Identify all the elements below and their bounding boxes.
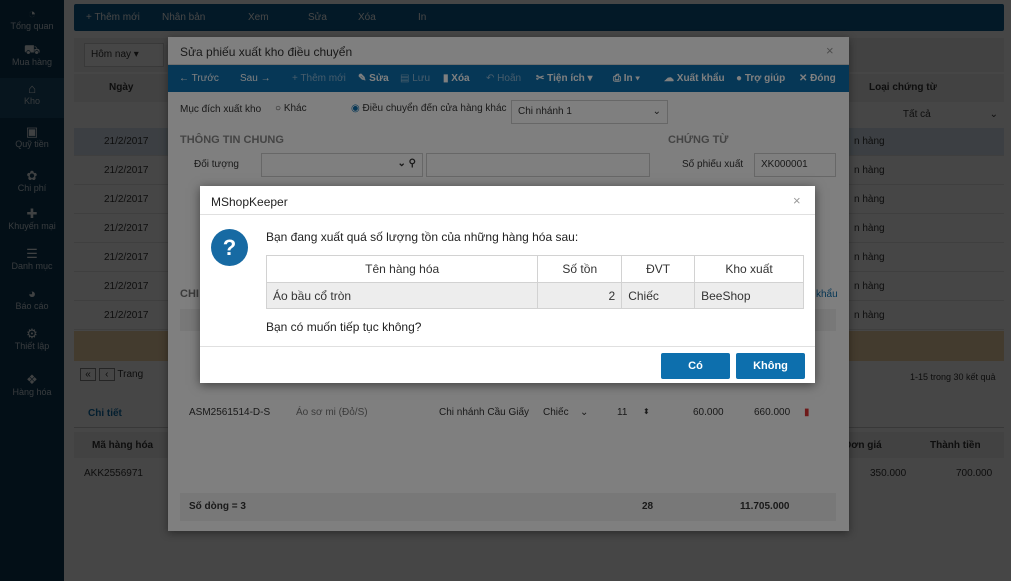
col-name: Tên hàng hóa xyxy=(265,255,539,283)
close-icon[interactable]: × xyxy=(793,193,801,208)
item-unit: Chiếc xyxy=(621,282,696,309)
yes-button[interactable]: Có xyxy=(661,353,730,379)
item-warehouse: BeeShop xyxy=(694,282,804,309)
dialog-message: Bạn đang xuất quá số lượng tồn của những… xyxy=(266,230,579,244)
items-table: Tên hàng hóa Số tồn ĐVT Kho xuất Áo bầu … xyxy=(265,255,804,309)
table-row: Áo bầu cổ tròn 2 Chiếc BeeShop xyxy=(265,282,804,309)
dialog-question: Bạn có muốn tiếp tục không? xyxy=(266,320,422,334)
dialog-header: MShopKeeper × xyxy=(200,186,815,215)
col-stock: Số tồn xyxy=(537,255,623,283)
dialog-footer: Có Không xyxy=(200,346,815,383)
item-name: Áo bầu cổ tròn xyxy=(265,282,539,309)
no-button[interactable]: Không xyxy=(736,353,805,379)
question-icon: ? xyxy=(211,229,248,266)
col-warehouse: Kho xuất xyxy=(694,255,804,283)
dialog-title: MShopKeeper xyxy=(211,195,288,209)
col-unit: ĐVT xyxy=(621,255,696,283)
item-stock: 2 xyxy=(537,282,623,309)
stock-warning-dialog: MShopKeeper × ? Bạn đang xuất quá số lượ… xyxy=(200,186,815,383)
